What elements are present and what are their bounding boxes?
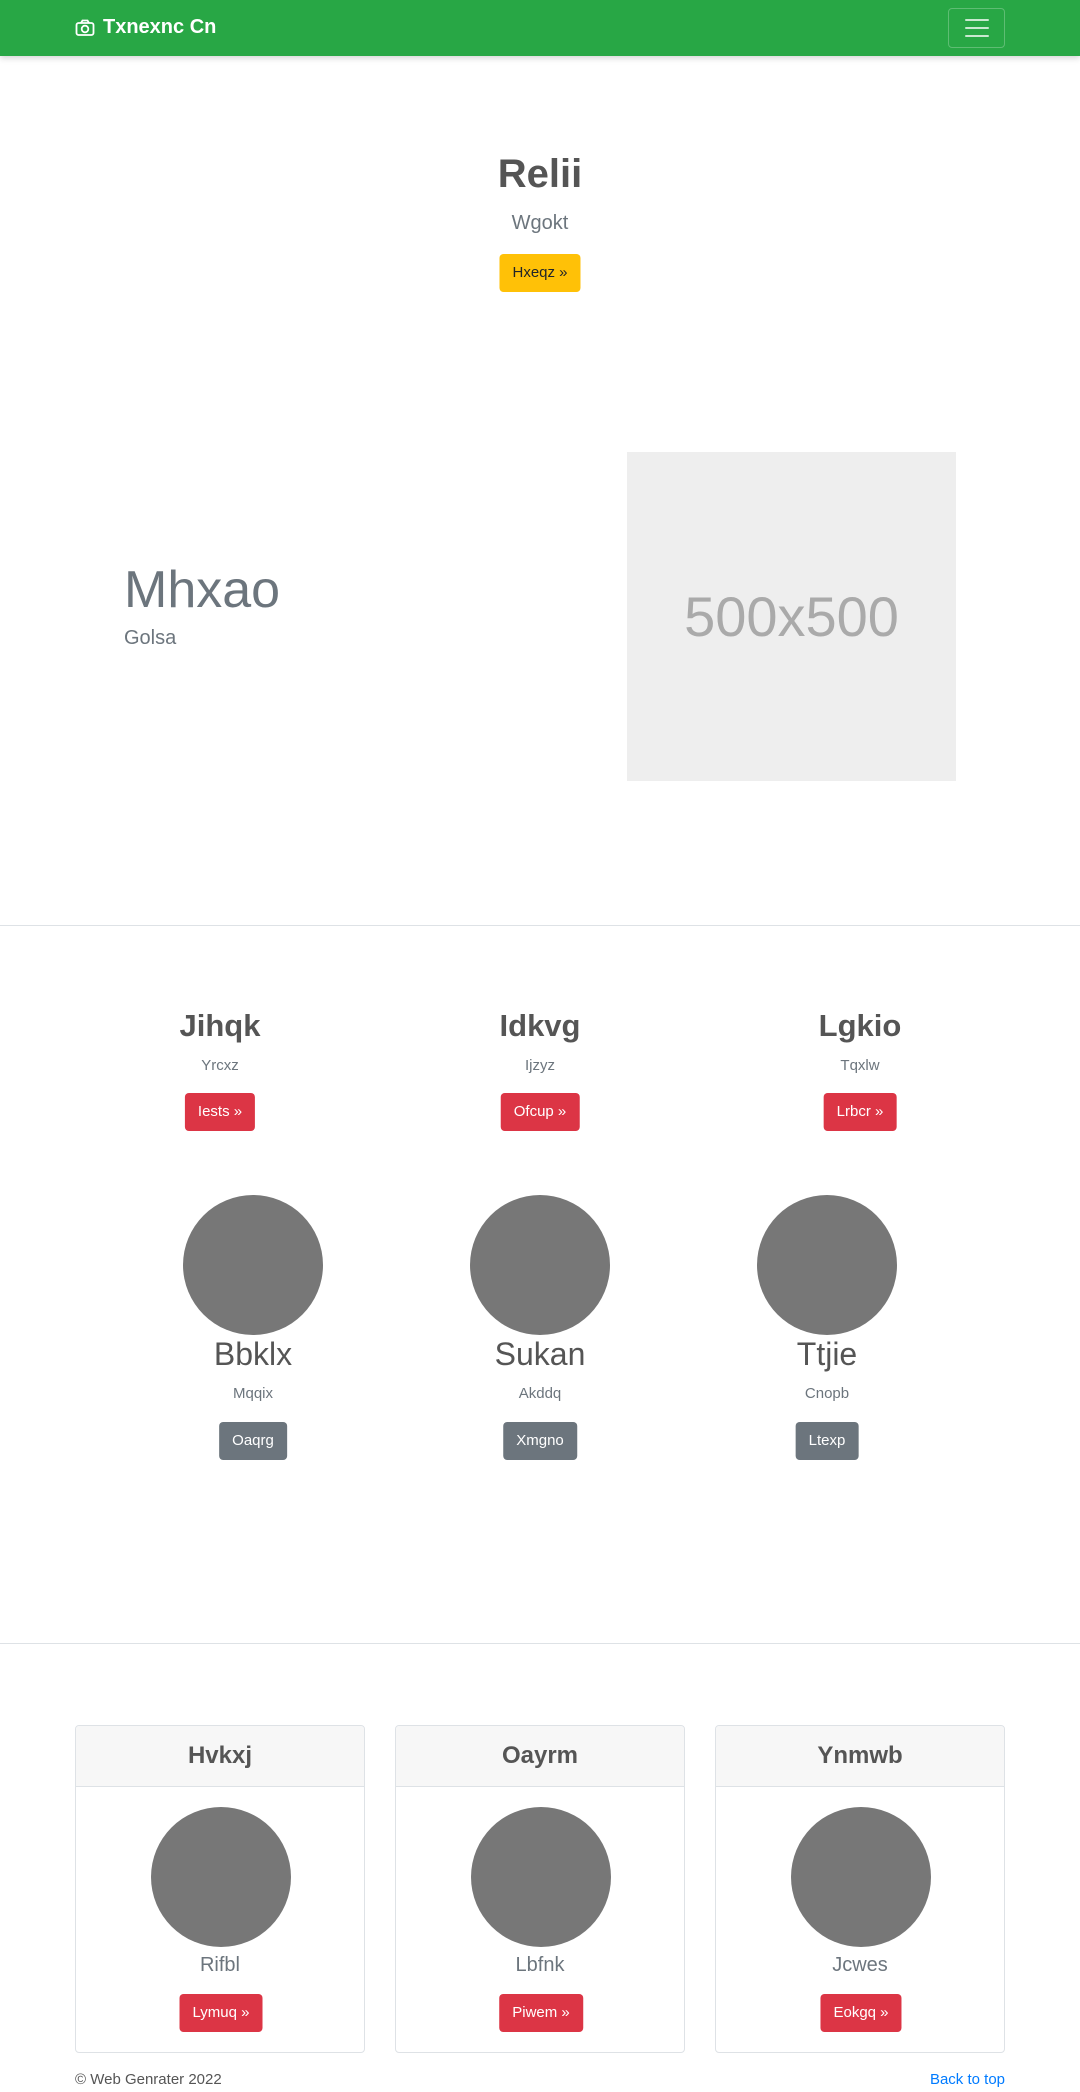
column-title: Idkvg [499,1008,581,1043]
avatar [471,1807,611,1947]
card-text: Jcwes [832,1954,888,1976]
navbar-toggler[interactable] [948,8,1005,48]
person-text: Cnopb [804,1385,850,1402]
footer-copyright: © Web Genrater 2022 [75,2071,222,2088]
hero-title: Relii [497,152,583,196]
feature-title: Mhxao [124,561,281,619]
card: Hvkxj Rifbl Lymuq » [75,1725,365,2053]
column-title: Jihqk [179,1008,261,1043]
column-text: Yrcxz [201,1057,239,1074]
card-title: Ynmwb [716,1726,1004,1787]
card-button[interactable]: Eokgq » [820,1994,902,2032]
placeholder-image: 500x500 [627,452,956,781]
navbar: Txnexnc Cn [0,0,1080,56]
person-text: Akddq [518,1385,562,1402]
person-button[interactable]: Ltexp [795,1422,859,1460]
avatar [183,1195,323,1335]
avatar [470,1195,610,1335]
card-text: Rifbl [199,1954,240,1976]
placeholder-label: 500x500 [684,585,899,648]
person-name: Ttjie [796,1336,858,1372]
person-name: Sukan [494,1336,586,1372]
back-to-top-link[interactable]: Back to top [930,2071,1005,2088]
card-title: Oayrm [396,1726,684,1787]
column-text: Ijzyz [525,1057,555,1074]
column-button[interactable]: Lrbcr » [823,1093,897,1131]
person-button[interactable]: Xmgno [503,1422,577,1460]
section-divider [0,1643,1080,1644]
card: Oayrm Lbfnk Piwem » [395,1725,685,2053]
person-text: Mqqix [232,1385,274,1402]
feature-subtitle: Golsa [124,627,177,649]
navbar-brand[interactable]: Txnexnc Cn [75,16,216,39]
card-title: Hvkxj [76,1726,364,1787]
section-divider [0,925,1080,926]
column-button[interactable]: Ofcup » [500,1093,580,1131]
card-button[interactable]: Lymuq » [179,1994,263,2032]
camera-icon [75,19,95,36]
person-button[interactable]: Oaqrg [219,1422,287,1460]
card-button[interactable]: Piwem » [499,1994,583,2032]
card: Ynmwb Jcwes Eokgq » [715,1725,1005,2053]
avatar [151,1807,291,1947]
avatar [757,1195,897,1335]
person-name: Bbklx [213,1336,293,1372]
hamburger-icon [964,19,989,21]
avatar [791,1807,931,1947]
column-title: Lgkio [818,1008,902,1043]
brand-label: Txnexnc Cn [103,16,217,38]
card-text: Lbfnk [515,1954,565,1976]
hero-subtitle: Wgokt [511,212,569,234]
column-button[interactable]: Iests » [184,1093,256,1131]
column-text: Tqxlw [840,1057,880,1074]
hero-button[interactable]: Hxeqz » [499,254,581,292]
